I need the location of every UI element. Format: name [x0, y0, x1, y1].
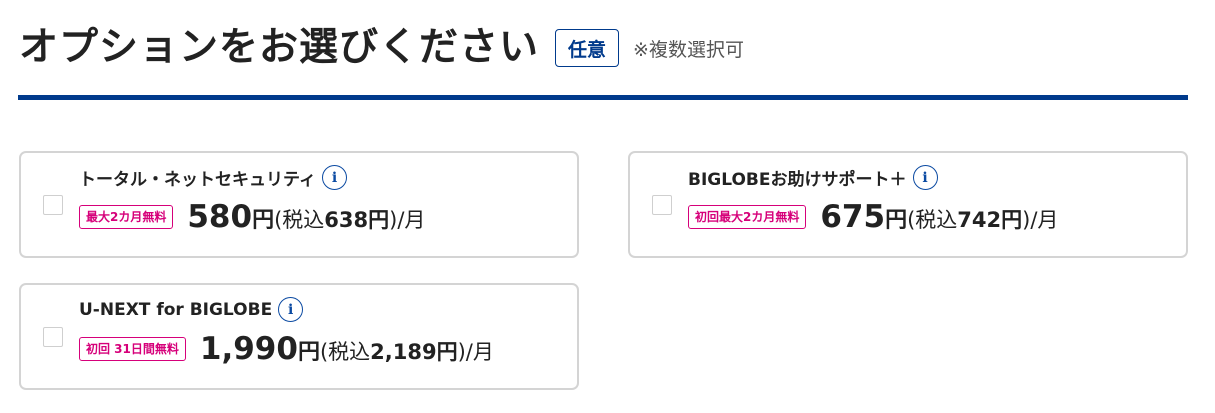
- option-checkbox[interactable]: [43, 327, 63, 347]
- header-divider: [18, 95, 1188, 100]
- campaign-badge: 初回最大2カ月無料: [688, 205, 807, 229]
- option-name: トータル・ネットセキュリティ: [79, 170, 316, 190]
- info-icon[interactable]: i: [321, 165, 347, 190]
- tax-open: (税込: [319, 340, 371, 364]
- option-card-security[interactable]: トータル・ネットセキュリティ i 最大2カ月無料 580 円 (税込638円)/…: [19, 151, 579, 258]
- option-price-row: 初回 31日間無料 1,990 円 (税込2,189円)/月: [79, 331, 494, 367]
- option-card-unext[interactable]: U-NEXT for BIGLOBE i 初回 31日間無料 1,990 円 (…: [19, 283, 579, 390]
- tax-close: )/月: [1022, 208, 1059, 232]
- campaign-badge: 最大2カ月無料: [79, 205, 174, 229]
- option-name: U-NEXT for BIGLOBE: [79, 299, 273, 320]
- multi-select-note: ※複数選択可: [633, 38, 744, 61]
- price-unit: 円: [252, 208, 275, 233]
- tax-price: 742円: [957, 208, 1023, 232]
- tax-close: )/月: [389, 208, 426, 232]
- tax-open: (税込: [907, 208, 958, 232]
- price-value: 580: [187, 199, 253, 235]
- price-tax: (税込2,189円)/月: [320, 336, 494, 366]
- option-name-row: トータル・ネットセキュリティ i: [79, 165, 347, 190]
- option-checkbox[interactable]: [652, 195, 672, 215]
- section-header: オプションをお選びください 任意 ※複数選択可: [19, 22, 744, 74]
- price-unit: 円: [885, 208, 908, 233]
- option-name: BIGLOBEお助けサポート＋: [688, 170, 907, 190]
- section-title: オプションをお選びください: [19, 25, 540, 70]
- price-unit: 円: [297, 340, 320, 365]
- price-tax: (税込742円)/月: [907, 204, 1058, 234]
- optional-badge: 任意: [555, 29, 620, 67]
- option-card-support[interactable]: BIGLOBEお助けサポート＋ i 初回最大2カ月無料 675 円 (税込742…: [628, 151, 1188, 258]
- info-icon[interactable]: i: [278, 297, 304, 322]
- tax-price: 638円: [324, 208, 390, 232]
- option-price-row: 最大2カ月無料 580 円 (税込638円)/月: [79, 199, 425, 235]
- option-checkbox[interactable]: [43, 195, 63, 215]
- campaign-badge: 初回 31日間無料: [79, 337, 186, 361]
- info-icon[interactable]: i: [912, 165, 938, 190]
- price-tax: (税込638円)/月: [274, 204, 425, 234]
- price-value: 1,990: [199, 331, 298, 367]
- option-name-row: BIGLOBEお助けサポート＋ i: [688, 165, 938, 190]
- option-price-row: 初回最大2カ月無料 675 円 (税込742円)/月: [688, 199, 1058, 235]
- tax-price: 2,189円: [370, 340, 458, 364]
- tax-close: )/月: [457, 340, 494, 364]
- price-value: 675: [820, 199, 886, 235]
- options-section: オプションをお選びください 任意 ※複数選択可 トータル・ネットセキュリティ i…: [0, 0, 1215, 413]
- tax-open: (税込: [274, 208, 325, 232]
- option-name-row: U-NEXT for BIGLOBE i: [79, 297, 304, 322]
